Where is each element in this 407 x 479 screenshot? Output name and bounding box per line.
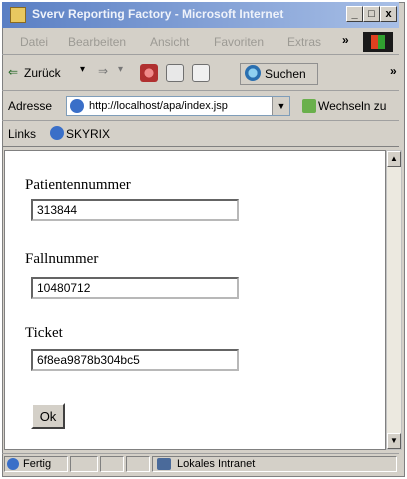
app-icon — [10, 7, 26, 23]
case-number-input[interactable] — [31, 277, 239, 299]
menu-favoriten[interactable]: Favoriten — [214, 35, 264, 49]
stop-icon[interactable] — [140, 64, 158, 82]
ticket-label: Ticket — [25, 325, 63, 341]
status-segment — [100, 456, 124, 472]
page-icon — [70, 99, 84, 113]
page-content: Patientennummer Fallnummer Ticket Ok — [4, 150, 386, 450]
menu-bearbeiten[interactable]: Bearbeiten — [68, 35, 126, 49]
status-segment — [126, 456, 150, 472]
back-arrow-icon[interactable]: ⇐ — [8, 65, 18, 79]
search-icon — [245, 65, 261, 81]
forward-arrow-icon[interactable]: ⇒ — [98, 64, 108, 78]
menu-datei[interactable]: Datei — [20, 35, 48, 49]
link-page-icon — [50, 126, 64, 140]
status-text: Fertig — [23, 458, 52, 470]
toolbar: ⇐ Zurück ▾ ⇒ ▾ Suchen » — [2, 56, 399, 91]
go-button[interactable]: Wechseln zu — [318, 99, 386, 113]
menu-overflow-chevron[interactable]: » — [342, 33, 349, 47]
vertical-scrollbar[interactable]: ▲ ▼ — [386, 150, 402, 450]
scroll-up-icon[interactable]: ▲ — [387, 151, 401, 167]
maximize-button[interactable]: □ — [363, 6, 380, 22]
search-label: Suchen — [265, 67, 306, 81]
minimize-button[interactable]: _ — [346, 6, 363, 22]
ticket-input[interactable] — [31, 349, 239, 371]
status-zone-segment: Lokales Intranet — [152, 456, 397, 472]
menu-ansicht[interactable]: Ansicht — [150, 35, 189, 49]
status-zone: Lokales Intranet — [177, 458, 256, 470]
intranet-icon — [157, 458, 171, 470]
search-button[interactable]: Suchen — [240, 63, 318, 85]
patient-number-label: Patientennummer — [25, 177, 131, 193]
menu-extras[interactable]: Extras — [287, 35, 321, 49]
address-label: Adresse — [8, 99, 53, 113]
window-title: Sverv Reporting Factory - Microsoft Inte… — [32, 7, 284, 21]
title-bar: Sverv Reporting Factory - Microsoft Inte… — [2, 2, 399, 28]
home-icon[interactable] — [192, 64, 210, 82]
back-button[interactable]: Zurück — [24, 66, 61, 80]
patient-number-input[interactable] — [31, 199, 239, 221]
forward-dropdown-icon[interactable]: ▾ — [118, 64, 123, 75]
close-button[interactable]: x — [380, 6, 397, 22]
address-url: http://localhost/apa/index.jsp — [89, 100, 228, 112]
link-skyrix[interactable]: SKYRIX — [66, 127, 110, 141]
status-main-segment: Fertig — [4, 456, 68, 472]
address-input[interactable]: http://localhost/apa/index.jsp ▼ — [66, 96, 290, 116]
address-bar: Adresse http://localhost/apa/index.jsp ▼… — [2, 92, 399, 121]
scroll-down-icon[interactable]: ▼ — [387, 433, 401, 449]
links-bar: Links SKYRIX — [2, 122, 399, 147]
status-bar: Fertig Lokales Intranet — [2, 453, 399, 474]
status-page-icon — [7, 458, 19, 470]
toolbar-overflow-chevron[interactable]: » — [390, 64, 397, 78]
links-label: Links — [8, 127, 37, 141]
case-number-label: Fallnummer — [25, 251, 99, 267]
address-dropdown-icon[interactable]: ▼ — [272, 97, 289, 115]
ok-button[interactable]: Ok — [31, 403, 65, 429]
back-dropdown-icon[interactable]: ▾ — [80, 64, 85, 75]
windows-logo-icon — [363, 32, 393, 52]
go-arrow-icon[interactable] — [302, 99, 316, 113]
refresh-icon[interactable] — [166, 64, 184, 82]
menu-bar: Datei Bearbeiten Ansicht Favoriten Extra… — [2, 30, 399, 55]
status-segment — [70, 456, 98, 472]
